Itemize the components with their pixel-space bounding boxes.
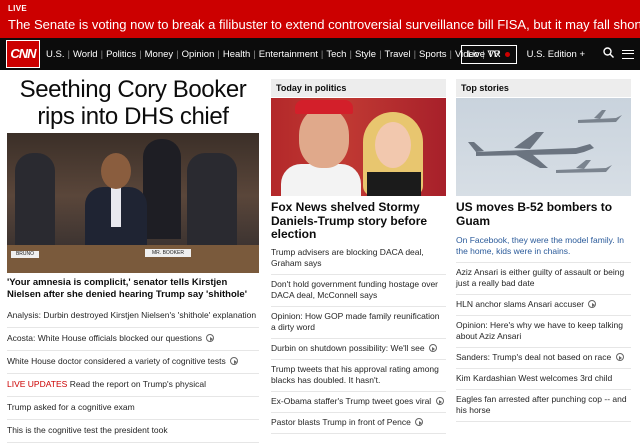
politics-headline[interactable]: Fox News shelved Stormy Daniels-Trump st…	[271, 200, 446, 242]
list-item[interactable]: Opinion: How GOP made family reunificati…	[271, 307, 446, 339]
nav-link-money[interactable]: Money	[145, 49, 174, 60]
video-play-icon	[588, 300, 597, 308]
live-tv-label: Live TV	[467, 48, 500, 60]
lead-related-list: Analysis: Durbin destroyed Kirstjen Niel…	[7, 305, 259, 443]
list-item[interactable]: Trump advisers are blocking DACA deal, G…	[271, 243, 446, 275]
lead-headline[interactable]: Seething Cory Booker rips into DHS chief	[7, 76, 259, 130]
list-item[interactable]: Durbin on shutdown possibility: We'll se…	[271, 339, 446, 360]
nav-link-health[interactable]: Health	[223, 49, 250, 60]
list-item[interactable]: Opinion: Here's why we have to keep talk…	[456, 316, 631, 348]
list-item[interactable]: Ex-Obama staffer's Trump tweet goes vira…	[271, 392, 446, 413]
video-play-icon	[435, 397, 444, 405]
list-item[interactable]: This is the cognitive test the president…	[7, 420, 259, 443]
list-item[interactable]: Trump asked for a cognitive exam	[7, 397, 259, 420]
list-item[interactable]: HLN anchor slams Ansari accuser	[456, 295, 631, 316]
list-item[interactable]: Analysis: Durbin destroyed Kirstjen Niel…	[7, 305, 259, 328]
cnn-logo[interactable]: CNN	[6, 40, 40, 68]
list-item[interactable]: Aziz Ansari is either guilty of assault …	[456, 263, 631, 295]
politics-list: Trump advisers are blocking DACA deal, G…	[271, 243, 446, 434]
lead-caption[interactable]: 'Your amnesia is complicit,' senator tel…	[7, 277, 259, 301]
video-play-icon	[206, 334, 215, 342]
nav-link-entertainment[interactable]: Entertainment	[259, 49, 318, 60]
list-item[interactable]: Sanders: Trump's deal not based on race	[456, 348, 631, 369]
nav-link-sports[interactable]: Sports	[419, 49, 446, 60]
list-item[interactable]: White House doctor considered a variety …	[7, 351, 259, 374]
nav-link-world[interactable]: World	[73, 49, 98, 60]
list-item[interactable]: Acosta: White House officials blocked ou…	[7, 328, 259, 351]
menu-icon[interactable]	[622, 49, 634, 59]
top-story-image[interactable]	[456, 98, 631, 196]
senator-figure	[85, 153, 147, 247]
nav-link-us[interactable]: U.S.	[46, 49, 64, 60]
top-stories-list: On Facebook, they were the model family.…	[456, 231, 631, 422]
section-header-politics[interactable]: Today in politics	[271, 79, 446, 97]
edition-selector[interactable]: U.S. Edition +	[527, 49, 585, 60]
nav-link-style[interactable]: Style	[355, 49, 376, 60]
live-label: LIVE	[8, 4, 27, 13]
list-item[interactable]: Pastor blasts Trump in front of Pence	[271, 413, 446, 434]
list-item[interactable]: Kim Kardashian West welcomes 3rd child	[456, 369, 631, 390]
nav-right: Live TV U.S. Edition +	[460, 38, 634, 70]
list-item[interactable]: Trump tweets that his approval rating am…	[271, 360, 446, 392]
breaking-news-banner[interactable]: LIVE The Senate is voting now to break a…	[0, 0, 640, 38]
nav-links: U.S. | World | Politics | Money | Opinion | H…	[46, 48, 501, 60]
list-item[interactable]: Eagles fan arrested after punching cop -…	[456, 390, 631, 422]
video-play-icon	[415, 418, 424, 426]
video-play-icon	[230, 357, 239, 365]
nav-link-politics[interactable]: Politics	[106, 49, 136, 60]
live-tv-button[interactable]: Live TV	[460, 44, 517, 64]
lead-story: Seething Cory Booker rips into DHS chief	[7, 76, 259, 130]
nav-link-opinion[interactable]: Opinion	[182, 49, 215, 60]
search-icon[interactable]	[603, 47, 614, 61]
lead-image[interactable]: MR. BOOKER BRUNO	[7, 133, 259, 273]
top-nav: CNN U.S. | World | Politics | Money | Opinio…	[0, 38, 640, 70]
live-dot-icon	[504, 51, 510, 57]
politics-image[interactable]	[271, 98, 446, 196]
nameplate: MR. BOOKER	[145, 249, 191, 257]
list-item[interactable]: LIVE UPDATES Read the report on Trump's …	[7, 374, 259, 397]
video-play-icon	[615, 353, 624, 361]
nav-link-tech[interactable]: Tech	[326, 49, 346, 60]
list-item[interactable]: Don't hold government funding hostage ov…	[271, 275, 446, 307]
top-story-headline[interactable]: US moves B-52 bombers to Guam	[456, 200, 631, 228]
breaking-news-text[interactable]: The Senate is voting now to break a fili…	[8, 17, 640, 32]
nameplate-secondary: BRUNO	[11, 251, 39, 258]
nav-link-travel[interactable]: Travel	[385, 49, 411, 60]
section-header-top-stories[interactable]: Top stories	[456, 79, 631, 97]
video-play-icon	[428, 344, 437, 352]
list-item[interactable]: On Facebook, they were the model family.…	[456, 231, 631, 263]
live-updates-label: LIVE UPDATES	[7, 379, 68, 389]
